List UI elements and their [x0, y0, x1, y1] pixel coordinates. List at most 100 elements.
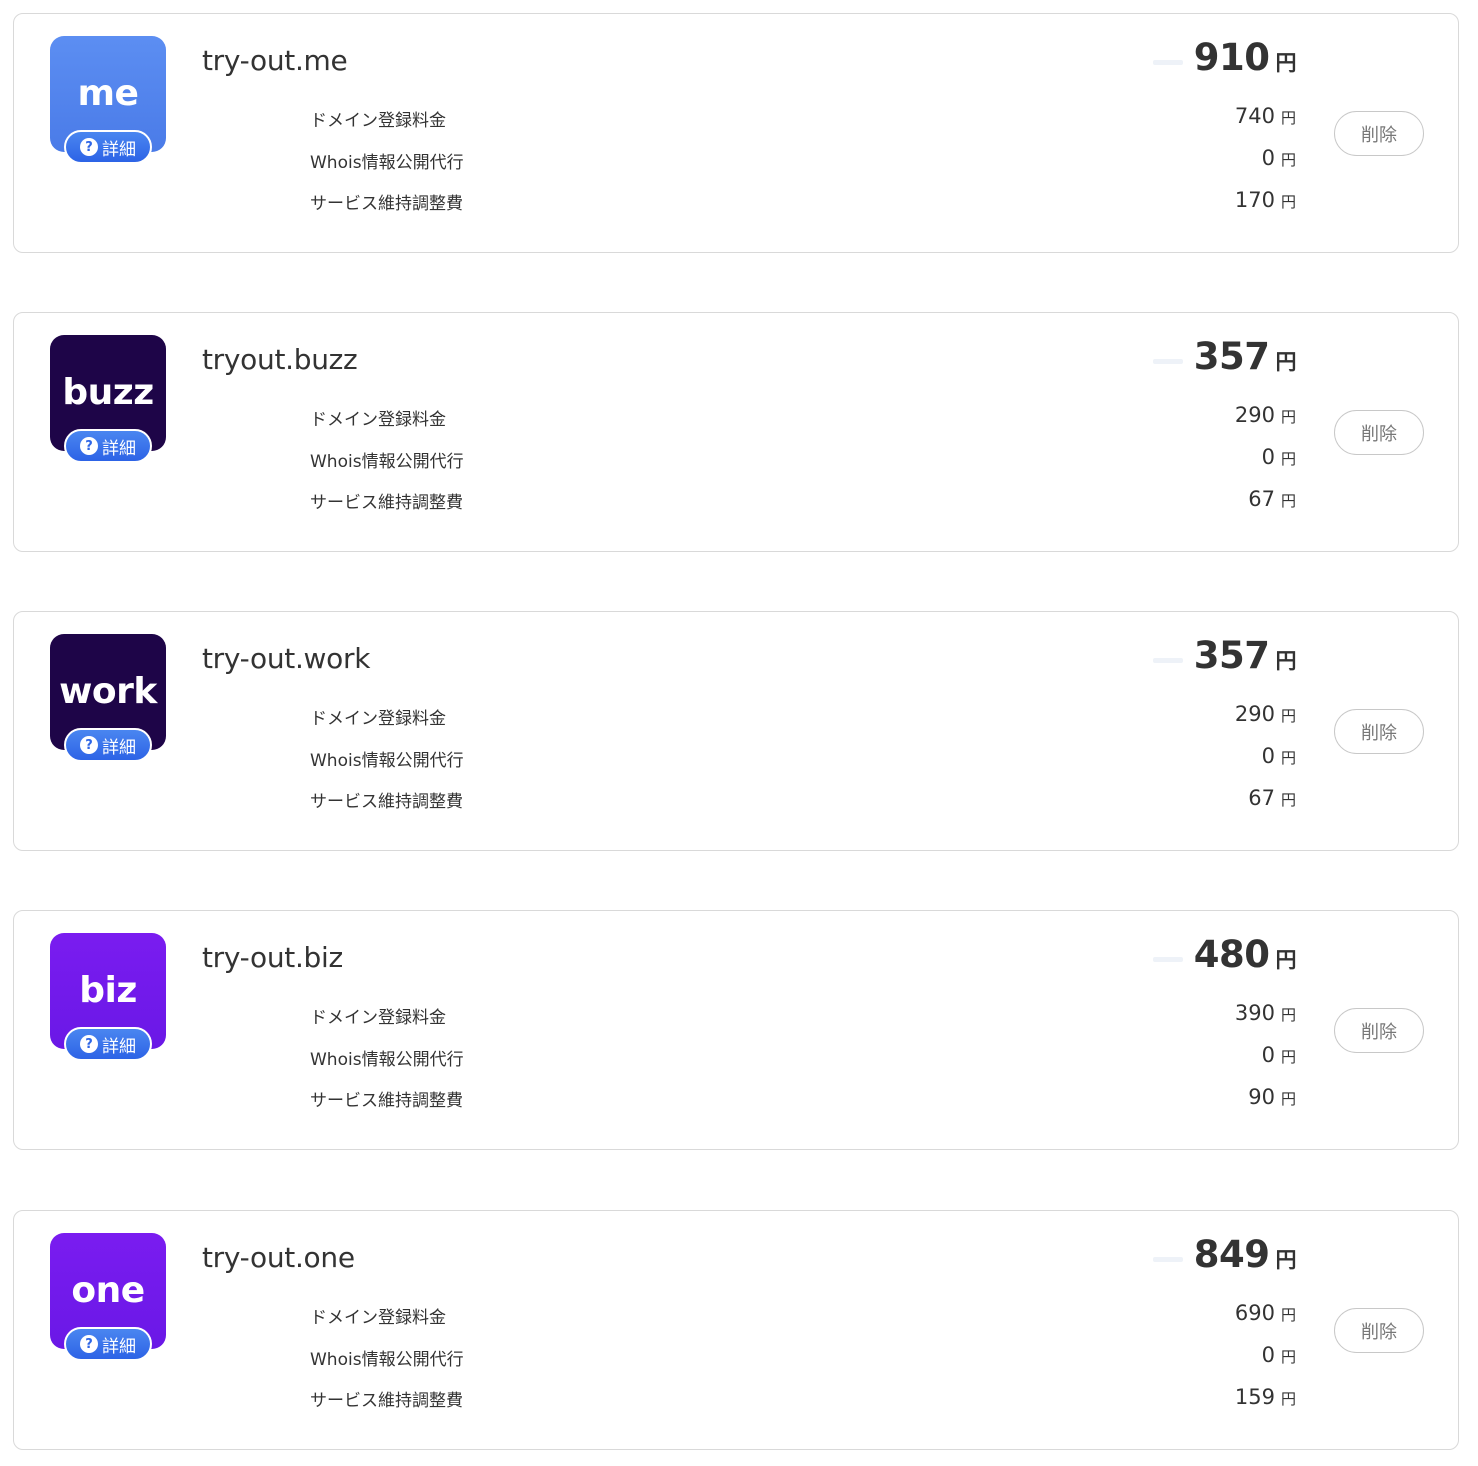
fee-whois: 0 円 [1262, 146, 1296, 170]
fee-whois: 0 円 [1262, 1043, 1296, 1067]
detail-label: 詳細 [102, 1036, 136, 1057]
fee-whois-value: 0 [1261, 744, 1275, 768]
yen-unit: 円 [1280, 1048, 1296, 1066]
help-icon: ? [80, 736, 98, 754]
fee-service-value: 170 [1234, 188, 1275, 212]
total-price: 910 円 [1193, 36, 1297, 79]
fee-registration: 290 円 [1235, 702, 1296, 726]
fee-registration-value: 740 [1234, 104, 1275, 128]
detail-button[interactable]: ? 詳細 [64, 429, 152, 463]
domain-card: work ? 詳細 try-out.work ドメイン登録料金 Whois情報公… [13, 611, 1459, 851]
fee-service: 67 円 [1248, 786, 1296, 810]
fee-registration-value: 290 [1234, 403, 1275, 427]
fee-service: 159 円 [1235, 1385, 1296, 1409]
tld-label: work [59, 670, 157, 712]
domain-name: tryout.buzz [202, 343, 358, 376]
tld-label: me [77, 72, 139, 114]
yen-unit: 円 [1280, 1306, 1296, 1324]
fee-registration: 740 円 [1235, 104, 1296, 128]
fee-label-whois: Whois情報公開代行 [310, 1050, 464, 1070]
fee-whois-value: 0 [1261, 445, 1275, 469]
fee-service-value: 90 [1248, 1085, 1275, 1109]
fee-label-whois: Whois情報公開代行 [310, 1350, 464, 1370]
delete-button[interactable]: 削除 [1334, 709, 1424, 754]
detail-button[interactable]: ? 詳細 [64, 130, 152, 164]
fee-whois-value: 0 [1261, 146, 1275, 170]
fee-registration-value: 690 [1234, 1301, 1275, 1325]
domain-name: try-out.one [202, 1241, 355, 1274]
delete-button[interactable]: 削除 [1334, 410, 1424, 455]
delete-button[interactable]: 削除 [1334, 1008, 1424, 1053]
fee-registration: 290 円 [1235, 403, 1296, 427]
domain-name: try-out.me [202, 44, 348, 77]
fee-label-whois: Whois情報公開代行 [310, 751, 464, 771]
total-price: 480 円 [1193, 933, 1297, 976]
domain-name: try-out.biz [202, 941, 343, 974]
total-price-value: 357 [1193, 335, 1270, 378]
delete-button[interactable]: 削除 [1334, 1308, 1424, 1353]
yen-unit: 円 [1280, 749, 1296, 767]
yen-unit: 円 [1275, 350, 1297, 374]
fee-label-whois: Whois情報公開代行 [310, 153, 464, 173]
tld-label: buzz [62, 371, 154, 413]
yen-unit: 円 [1280, 408, 1296, 426]
divider-dash [1153, 1257, 1183, 1262]
domain-card: me ? 詳細 try-out.me ドメイン登録料金 Whois情報公開代行 … [13, 13, 1459, 253]
domain-name: try-out.work [202, 642, 371, 675]
fee-registration-value: 290 [1234, 702, 1275, 726]
detail-label: 詳細 [102, 737, 136, 758]
total-price-value: 357 [1193, 634, 1270, 677]
detail-button[interactable]: ? 詳細 [64, 1027, 152, 1061]
fee-whois: 0 円 [1262, 744, 1296, 768]
detail-label: 詳細 [102, 139, 136, 160]
fee-label-service: サービス維持調整費 [310, 194, 463, 214]
total-price-value: 849 [1193, 1233, 1270, 1276]
delete-button[interactable]: 削除 [1334, 111, 1424, 156]
yen-unit: 円 [1275, 649, 1297, 673]
fee-label-registration: ドメイン登録料金 [310, 709, 446, 729]
divider-dash [1153, 658, 1183, 663]
help-icon: ? [80, 1035, 98, 1053]
help-icon: ? [80, 138, 98, 156]
fee-service-value: 67 [1248, 786, 1275, 810]
yen-unit: 円 [1280, 1348, 1296, 1366]
detail-button[interactable]: ? 詳細 [64, 1327, 152, 1361]
yen-unit: 円 [1280, 492, 1296, 510]
yen-unit: 円 [1280, 1006, 1296, 1024]
fee-label-service: サービス維持調整費 [310, 493, 463, 513]
total-price-value: 480 [1193, 933, 1270, 976]
yen-unit: 円 [1275, 51, 1297, 75]
fee-label-service: サービス維持調整費 [310, 792, 463, 812]
fee-label-registration: ドメイン登録料金 [310, 1008, 446, 1028]
fee-label-registration: ドメイン登録料金 [310, 410, 446, 430]
domain-cart-list: me ? 詳細 try-out.me ドメイン登録料金 Whois情報公開代行 … [0, 0, 1478, 1466]
yen-unit: 円 [1275, 948, 1297, 972]
fee-label-service: サービス維持調整費 [310, 1391, 463, 1411]
fee-label-registration: ドメイン登録料金 [310, 111, 446, 131]
fee-service: 67 円 [1248, 487, 1296, 511]
detail-label: 詳細 [102, 438, 136, 459]
fee-registration: 390 円 [1235, 1001, 1296, 1025]
fee-label-registration: ドメイン登録料金 [310, 1308, 446, 1328]
total-price-value: 910 [1193, 36, 1270, 79]
divider-dash [1153, 60, 1183, 65]
yen-unit: 円 [1280, 109, 1296, 127]
fee-label-whois: Whois情報公開代行 [310, 452, 464, 472]
total-price: 357 円 [1193, 634, 1297, 677]
tld-label: biz [79, 969, 137, 1011]
detail-label: 詳細 [102, 1336, 136, 1357]
yen-unit: 円 [1280, 450, 1296, 468]
yen-unit: 円 [1280, 791, 1296, 809]
fee-service-value: 159 [1234, 1385, 1275, 1409]
detail-button[interactable]: ? 詳細 [64, 728, 152, 762]
yen-unit: 円 [1280, 1390, 1296, 1408]
domain-card: one ? 詳細 try-out.one ドメイン登録料金 Whois情報公開代… [13, 1210, 1459, 1450]
yen-unit: 円 [1280, 707, 1296, 725]
yen-unit: 円 [1280, 151, 1296, 169]
help-icon: ? [80, 1335, 98, 1353]
fee-service: 90 円 [1248, 1085, 1296, 1109]
fee-whois: 0 円 [1262, 1343, 1296, 1367]
divider-dash [1153, 359, 1183, 364]
fee-whois-value: 0 [1261, 1343, 1275, 1367]
total-price: 849 円 [1193, 1233, 1297, 1276]
